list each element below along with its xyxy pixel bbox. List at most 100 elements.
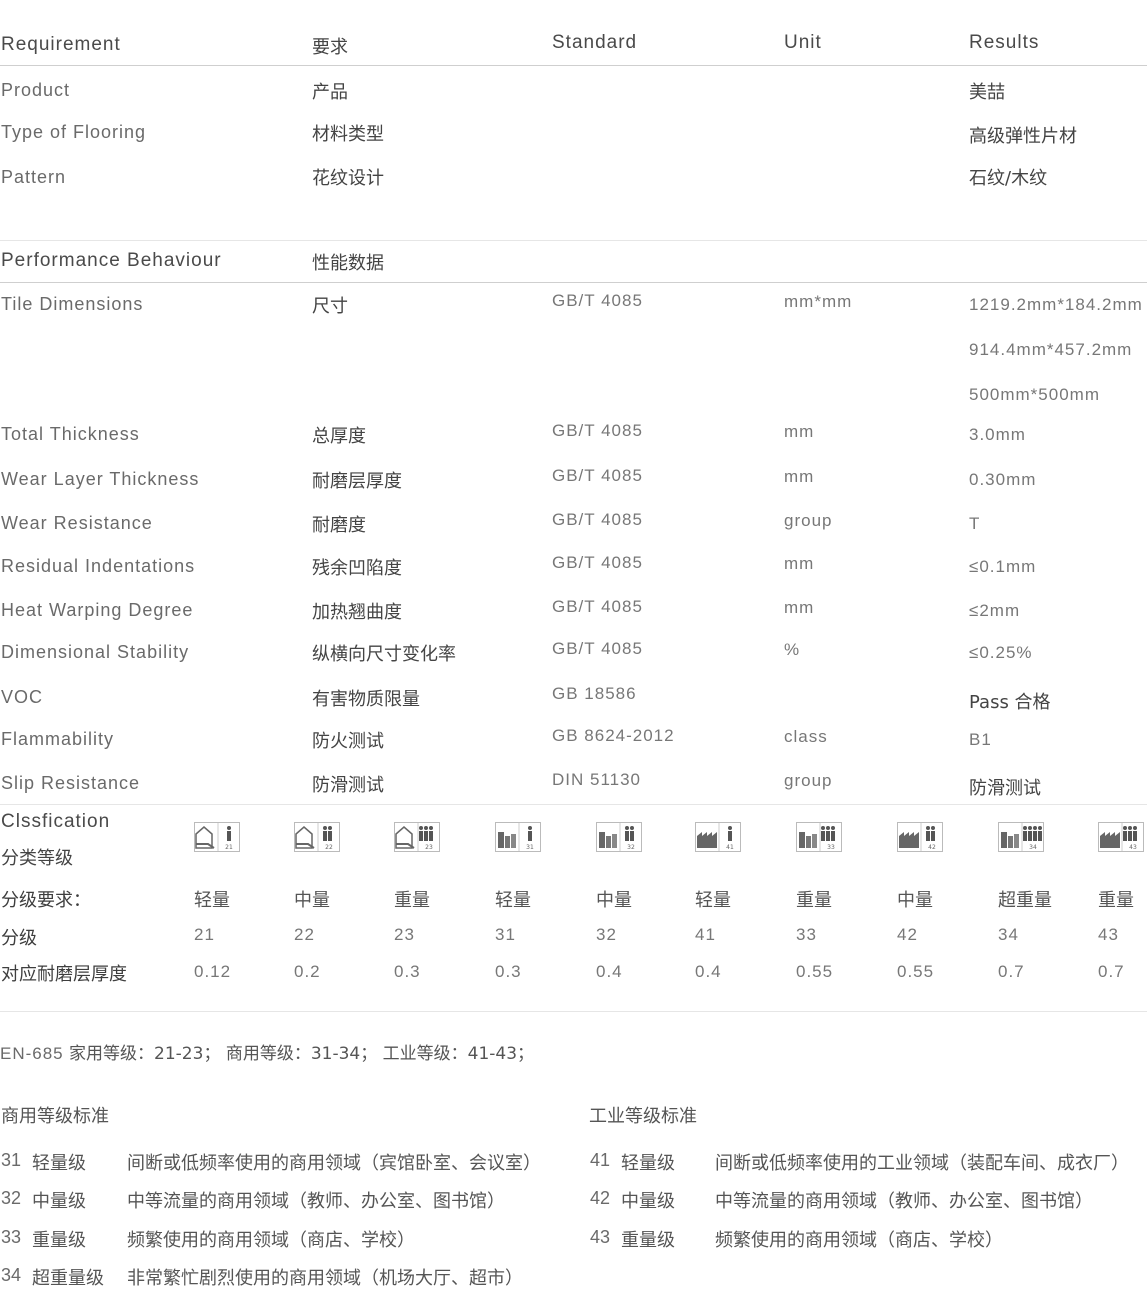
perf-label-en: Tile Dimensions: [1, 294, 144, 314]
class-wear: 0.3: [394, 962, 421, 981]
perf-label-en: Residual Indentations: [1, 556, 196, 576]
perf-standard: GB/T 4085: [552, 597, 643, 616]
icon-code: 21: [225, 844, 233, 851]
perf-unit: mm: [784, 598, 815, 617]
class-wear: 0.55: [897, 962, 935, 981]
perf-result: B1: [969, 730, 992, 749]
perf-label-zh: 加热翘曲度: [312, 602, 402, 623]
perf-unit: mm: [784, 422, 815, 441]
divider: [0, 804, 1147, 805]
perf-label-zh: 总厚度: [312, 426, 366, 447]
row-label-en: Pattern: [1, 167, 67, 187]
icon-code: 22: [325, 844, 333, 851]
industrial-title: 工业等级标准: [589, 1106, 697, 1127]
perf-label-en: VOC: [1, 687, 44, 707]
class-grade: 22: [294, 925, 315, 944]
perf-label-zh: 有害物质限量: [312, 689, 420, 710]
industrial-item-desc: 中等流量的商用领域（教师、办公室、图书馆）: [715, 1191, 1093, 1212]
perf-standard: GB/T 4085: [552, 466, 643, 485]
class-wear: 0.7: [1098, 962, 1125, 981]
perf-result: 914.4mm*457.2mm: [969, 340, 1133, 359]
class-grade: 41: [695, 925, 716, 944]
perf-label-zh: 残余凹陷度: [312, 558, 402, 579]
class-level: 中量: [897, 890, 933, 911]
class-row-label-wear: 对应耐磨层厚度: [1, 964, 127, 985]
icon-code: 34: [1029, 844, 1037, 851]
row-label-zh: 花纹设计: [312, 168, 384, 189]
icon-code: 41: [726, 844, 734, 851]
class-grade: 32: [596, 925, 617, 944]
industrial-item-num: 43: [590, 1227, 611, 1247]
building-crowd-icon: 34: [998, 822, 1044, 852]
header-requirement: Requirement: [1, 34, 121, 55]
row-result: 高级弹性片材: [969, 126, 1077, 147]
factory-group-icon: 43: [1098, 822, 1144, 852]
perf-unit: group: [784, 511, 833, 530]
divider: [0, 282, 1147, 283]
class-grade: 34: [998, 925, 1019, 944]
perf-result: 500mm*500mm: [969, 385, 1100, 404]
factory-two-people-icon: 42: [897, 822, 943, 852]
perf-result: 0.30mm: [969, 470, 1037, 489]
perf-label-en: Total Thickness: [1, 424, 140, 444]
class-level: 中量: [596, 890, 632, 911]
icon-code: 33: [827, 844, 835, 851]
building-person-icon: 31: [495, 822, 541, 852]
class-level: 重量: [394, 890, 430, 911]
class-level: 轻量: [695, 890, 731, 911]
perf-label-en: Heat Warping Degree: [1, 600, 194, 620]
industrial-item-num: 41: [590, 1150, 611, 1170]
divider: [0, 65, 1147, 66]
class-wear: 0.2: [294, 962, 321, 981]
icon-code: 32: [627, 844, 635, 851]
perf-standard: GB/T 4085: [552, 553, 643, 572]
class-wear: 0.12: [194, 962, 232, 981]
perf-label-zh: 防火测试: [312, 731, 384, 752]
divider: [0, 1011, 1147, 1012]
house-group-icon: 23: [394, 822, 440, 852]
class-grade: 42: [897, 925, 918, 944]
row-label-zh: 材料类型: [312, 124, 384, 145]
en685-line: EN-685 家用等级：21-23； 商用等级：31-34； 工业等级：41-4…: [0, 1039, 534, 1064]
perf-header-en: Performance Behaviour: [1, 250, 222, 271]
house-two-people-icon: 22: [294, 822, 340, 852]
perf-standard: GB/T 4085: [552, 291, 643, 310]
perf-unit: group: [784, 771, 833, 790]
perf-label-en: Slip Resistance: [1, 773, 141, 793]
commercial-item-name: 超重量级: [32, 1268, 104, 1289]
header-unit: Unit: [784, 32, 822, 53]
perf-label-en: Flammability: [1, 729, 115, 749]
class-level: 重量: [796, 890, 832, 911]
perf-label-en: Dimensional Stability: [1, 642, 190, 662]
perf-result: T: [969, 514, 981, 533]
perf-standard: GB/T 4085: [552, 421, 643, 440]
commercial-item-num: 32: [1, 1188, 22, 1208]
perf-label-zh: 纵横向尺寸变化率: [312, 644, 456, 665]
class-level: 超重量: [998, 890, 1052, 911]
industrial-item-desc: 频繁使用的商用领域（商店、学校）: [715, 1230, 1003, 1251]
perf-standard: GB 18586: [552, 684, 637, 703]
perf-result: ≤0.1mm: [969, 557, 1037, 576]
perf-result: 防滑测试: [969, 778, 1041, 799]
perf-standard: GB/T 4085: [552, 510, 643, 529]
building-group-icon: 33: [796, 822, 842, 852]
commercial-item-desc: 间断或低频率使用的商用领域（宾馆卧室、会议室）: [127, 1153, 541, 1174]
perf-result: ≤0.25%: [969, 643, 1033, 662]
class-wear: 0.55: [796, 962, 834, 981]
row-result: 美喆: [969, 82, 1005, 103]
class-wear: 0.3: [495, 962, 522, 981]
row-label-zh: 产品: [312, 82, 348, 103]
industrial-item-name: 轻量级: [621, 1153, 675, 1174]
perf-label-en: Wear Layer Thickness: [1, 469, 200, 489]
icon-code: 31: [526, 844, 534, 851]
icon-code: 23: [425, 844, 433, 851]
perf-label-zh: 尺寸: [312, 296, 348, 317]
commercial-item-desc: 非常繁忙剧烈使用的商用领域（机场大厅、超市）: [127, 1268, 523, 1289]
class-row-label-grade: 分级: [1, 928, 37, 949]
perf-label-en: Wear Resistance: [1, 513, 153, 533]
industrial-item-name: 重量级: [621, 1230, 675, 1251]
class-level: 轻量: [194, 890, 230, 911]
perf-standard: DIN 51130: [552, 770, 642, 789]
perf-result: ≤2mm: [969, 601, 1021, 620]
class-wear: 0.7: [998, 962, 1025, 981]
